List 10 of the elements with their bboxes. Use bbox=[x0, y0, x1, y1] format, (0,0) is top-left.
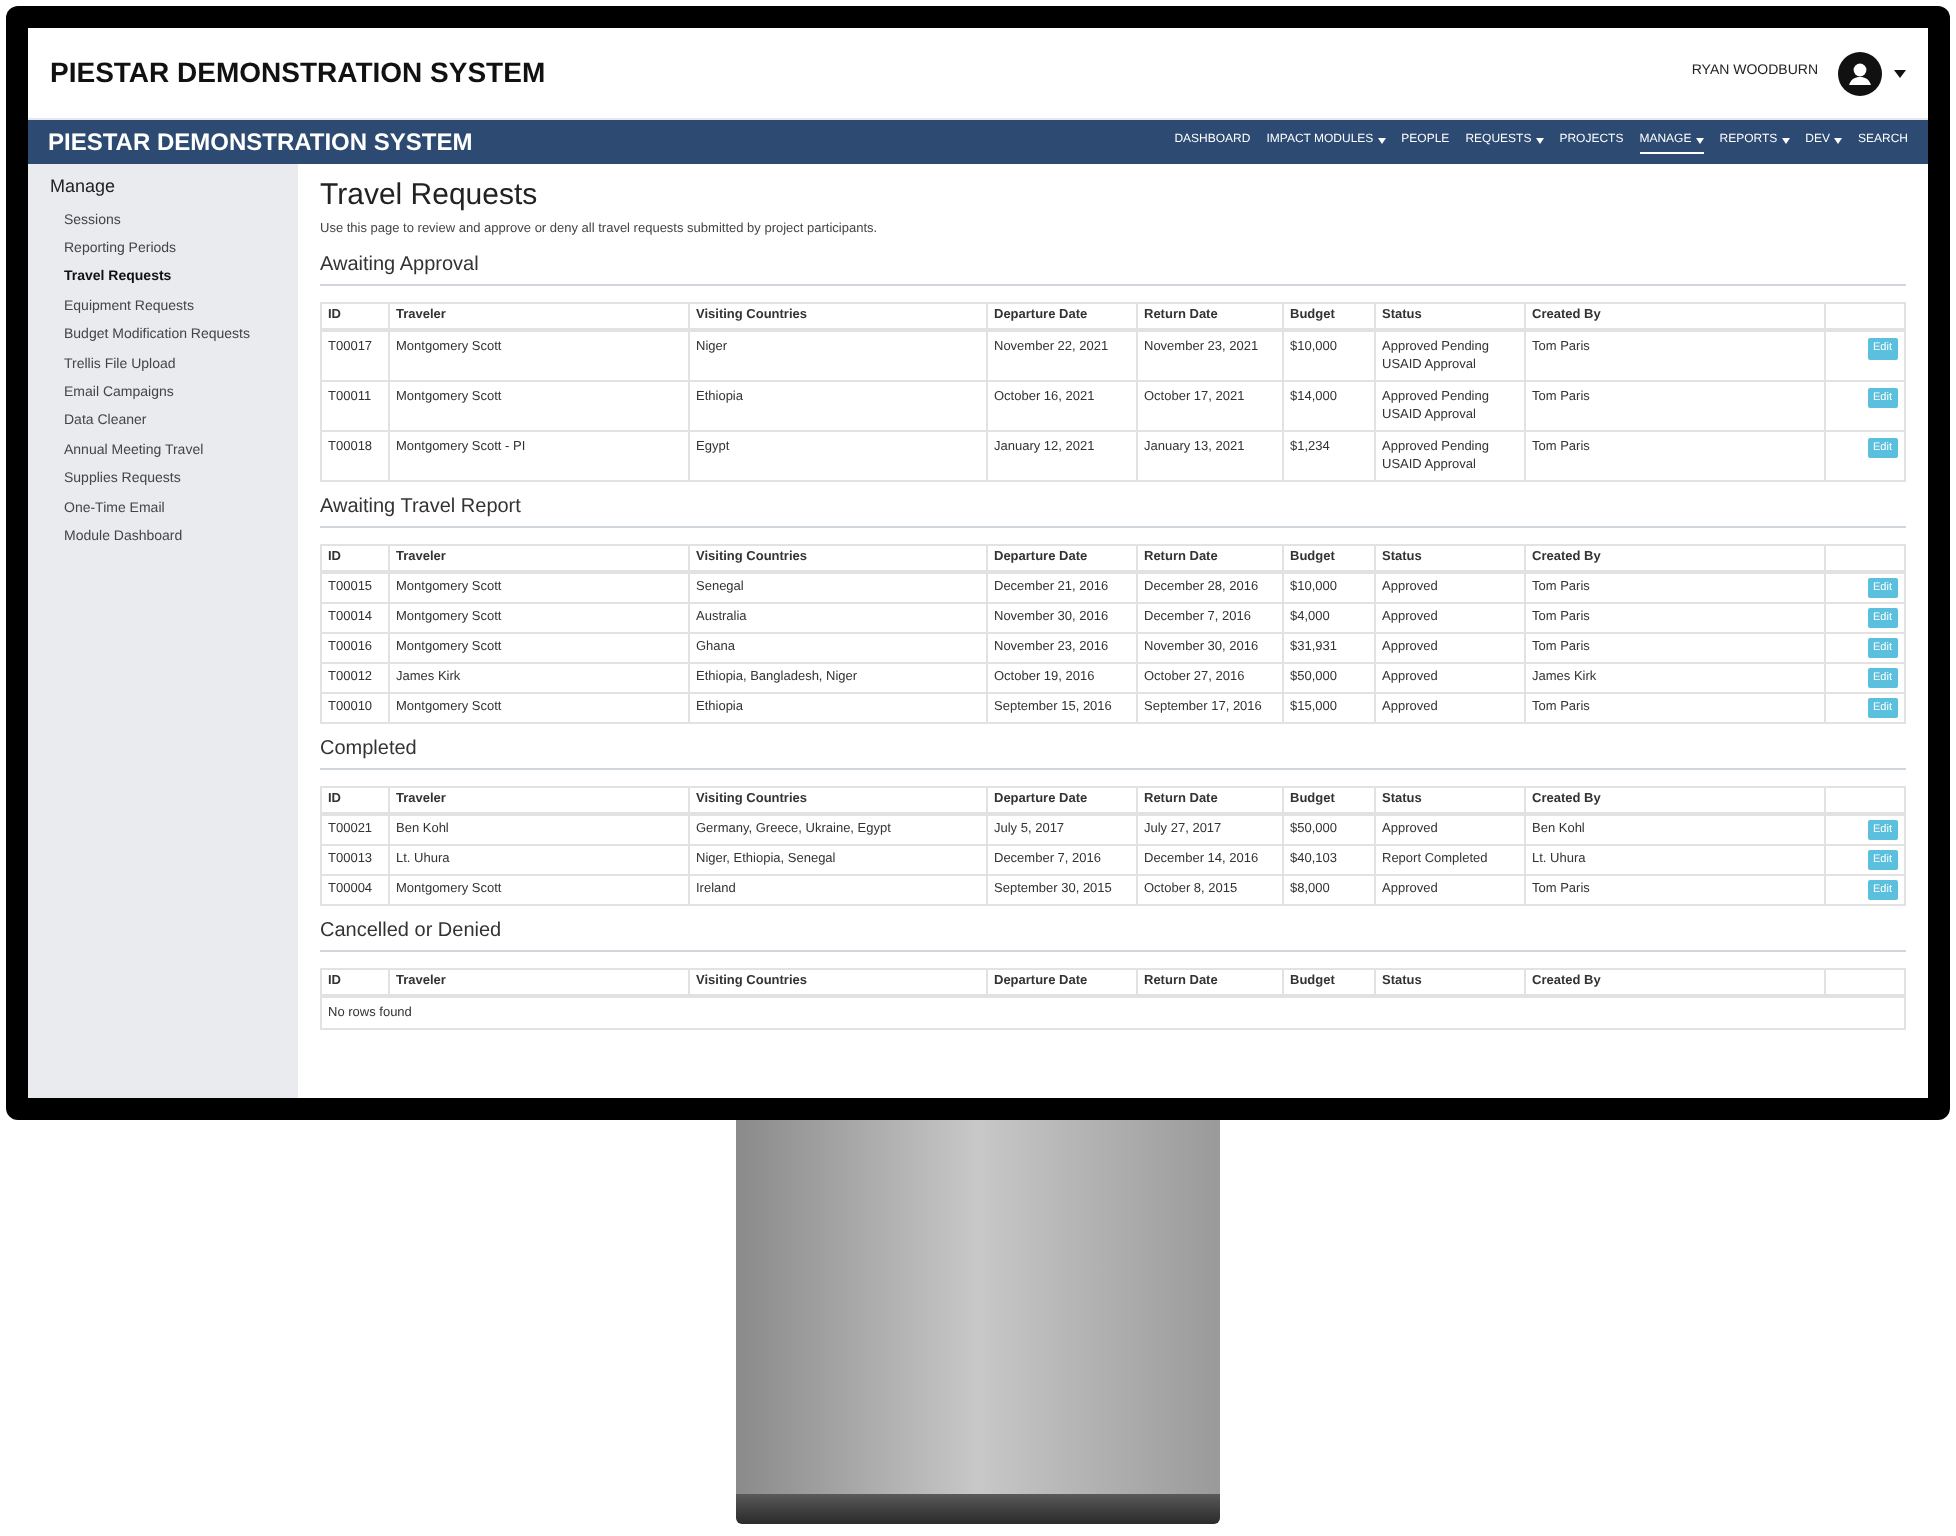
caret-icon[interactable] bbox=[1894, 69, 1906, 77]
section-heading: Completed bbox=[320, 733, 1906, 770]
navbar-title[interactable]: PIESTAR DEMONSTRATION SYSTEM bbox=[48, 124, 473, 160]
avatar-icon[interactable] bbox=[1838, 51, 1882, 95]
section-heading: Awaiting Approval bbox=[320, 249, 1906, 286]
site-title: PIESTAR DEMONSTRATION SYSTEM bbox=[50, 54, 546, 92]
section-heading: Awaiting Travel Report bbox=[320, 491, 1906, 528]
section-heading: Cancelled or Denied bbox=[320, 915, 1906, 952]
sidebar-heading: Manage bbox=[50, 174, 118, 200]
page-title: Travel Requests bbox=[320, 176, 540, 216]
